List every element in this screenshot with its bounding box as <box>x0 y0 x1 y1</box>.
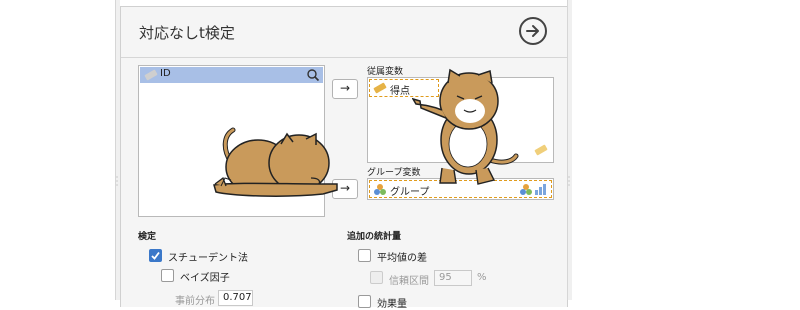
ruler-icon <box>144 69 158 81</box>
checkmark-icon <box>151 251 160 260</box>
tests-heading: 検定 <box>138 232 157 242</box>
student-checkbox[interactable] <box>149 249 162 262</box>
left-gutter <box>0 0 115 300</box>
effect-size-label: 効果量 <box>377 299 407 310</box>
arrow-right-icon <box>526 25 539 37</box>
additional-statistics-heading: 追加の統計量 <box>347 232 402 242</box>
confidence-interval-label: 信頼区間 <box>389 276 429 287</box>
cat-standing-illustration <box>412 68 519 185</box>
effect-size-checkbox[interactable] <box>358 295 371 308</box>
panel-header: 対応なしt検定 <box>121 7 567 58</box>
prior-width-input[interactable]: 0.707 <box>218 290 253 306</box>
run-arrow-button[interactable] <box>519 17 547 45</box>
scale-type-icon <box>534 144 548 156</box>
mean-difference-checkbox[interactable] <box>358 249 371 262</box>
confidence-interval-input[interactable]: 95 <box>434 270 472 286</box>
search-icon[interactable] <box>306 68 320 82</box>
variable-item-id[interactable]: ID <box>140 67 323 83</box>
right-gutter <box>572 0 800 300</box>
percent-sign: % <box>477 272 487 283</box>
student-label: スチューデント法 <box>168 253 248 264</box>
ruler-icon <box>373 82 387 94</box>
splitter-grip-icon: · · · <box>567 173 571 190</box>
dependent-variables-label: 従属変数 <box>367 67 404 77</box>
dependent-variable-label: 得点 <box>390 86 410 97</box>
bayes-factor-label: ベイズ因子 <box>180 273 230 284</box>
mean-difference-label: 平均値の差 <box>377 253 427 264</box>
allowed-types-icon <box>520 184 546 195</box>
move-to-dependent-button[interactable]: → <box>332 79 358 99</box>
nominal-icon <box>374 184 386 195</box>
cat-lying-illustration <box>213 127 338 197</box>
confidence-interval-checkbox[interactable] <box>370 271 383 284</box>
variable-label: ID <box>160 68 171 79</box>
splitter-grip-icon: · · · <box>115 173 119 190</box>
analysis-title: 対応なしt検定 <box>139 24 235 42</box>
bayes-factor-checkbox[interactable] <box>161 269 174 282</box>
